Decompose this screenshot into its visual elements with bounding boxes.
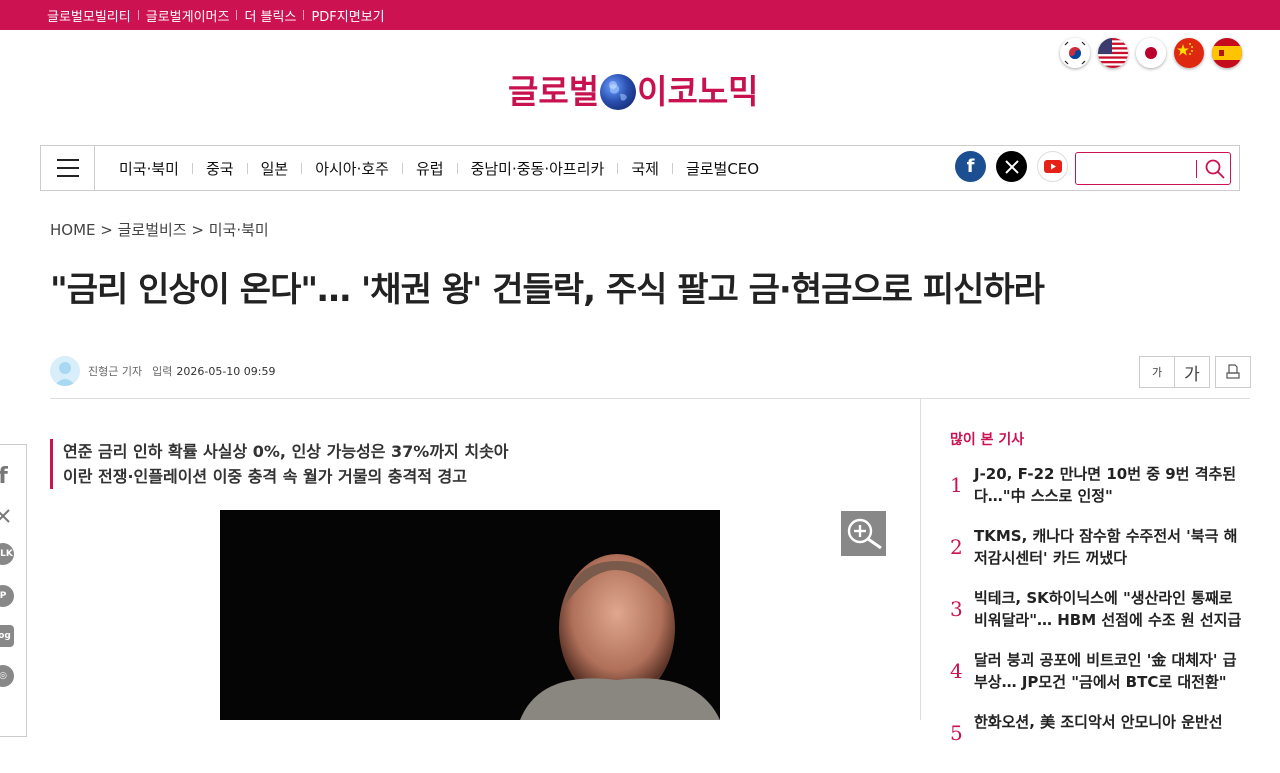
input-label: 입력 — [152, 365, 173, 378]
share-bar: f ALK P log ◎ — [0, 444, 27, 737]
spain-flag[interactable] — [1212, 38, 1242, 68]
avatar — [50, 356, 80, 386]
divider — [456, 162, 458, 174]
zoom-in-icon — [847, 518, 882, 549]
article-link[interactable]: TKMS, 캐나다 잠수함 수주전서 '북극 해저감시센터' 카드 꺼냈다 — [974, 525, 1244, 569]
divider — [236, 10, 238, 20]
rank-number: 5 — [950, 721, 963, 745]
zoom-in-button[interactable] — [841, 511, 886, 556]
nav-item-us[interactable]: 미국·북미 — [119, 158, 179, 179]
summary-line: 연준 금리 인하 확률 사실상 0%, 인상 가능성은 37%까지 치솟아 — [63, 442, 509, 461]
list-item[interactable]: 1 J-20, F-22 만나면 10번 중 9번 격추된다…"中 스스로 인정… — [950, 463, 1250, 507]
x-icon[interactable] — [0, 505, 14, 527]
divider — [50, 398, 1250, 399]
nav-item-international[interactable]: 국제 — [631, 158, 659, 179]
rank-number: 1 — [950, 473, 963, 497]
language-selector — [1060, 38, 1242, 68]
article-link[interactable]: 달러 붕괴 공포에 비트코인 '金 대체자' 급부상… JP모건 "금에서 BT… — [974, 649, 1244, 693]
font-decrease-button[interactable]: 가 — [1139, 356, 1175, 388]
topbar-link-pdf[interactable]: PDF지면보기 — [311, 6, 384, 25]
facebook-icon[interactable]: f — [955, 151, 986, 182]
list-item[interactable]: 3 빅테크, SK하이닉스에 "생산라인 통째로 비워달라"… HBM 선점에 … — [950, 587, 1250, 631]
search-input[interactable] — [1076, 153, 1194, 184]
divider — [401, 162, 403, 174]
kakaotalk-icon[interactable]: ALK — [0, 543, 14, 565]
topbar-link-gamers[interactable]: 글로벌게이머즈 — [146, 6, 230, 25]
main-nav: 미국·북미 중국 일본 아시아·호주 유럽 중남미·중동·아프리카 국제 글로벌… — [40, 145, 1240, 191]
byline: 진형근 기자 입력 2026-05-10 09:59 — [50, 356, 275, 386]
divider — [1196, 160, 1197, 178]
rank-number: 2 — [950, 535, 963, 559]
social-links: f — [955, 151, 1068, 182]
logo-text-left: 글로벌 — [508, 72, 600, 111]
nav-item-asia[interactable]: 아시아·호주 — [315, 158, 389, 179]
nav-item-china[interactable]: 중국 — [206, 158, 234, 179]
japan-flag[interactable] — [1136, 38, 1166, 68]
article-summary: 연준 금리 인하 확률 사실상 0%, 인상 가능성은 37%까지 치솟아 이란… — [50, 439, 509, 489]
band-icon[interactable]: ◎ — [0, 665, 14, 687]
x-icon[interactable] — [996, 151, 1027, 182]
rank-number: 4 — [950, 659, 963, 683]
korea-flag[interactable] — [1060, 38, 1090, 68]
divider — [246, 162, 248, 174]
breadcrumb[interactable]: HOME > 글로벌비즈 > 미국·북미 — [50, 219, 269, 240]
print-icon — [1226, 364, 1240, 379]
menu-icon[interactable] — [41, 146, 95, 190]
search-box — [1075, 152, 1231, 185]
article-link[interactable]: 빅테크, SK하이닉스에 "생산라인 통째로 비워달라"… HBM 선점에 수조… — [974, 587, 1244, 631]
usa-flag[interactable] — [1098, 38, 1128, 68]
top-bar: 글로벌모빌리티 글로벌게이머즈 더 블릭스 PDF지면보기 — [0, 0, 1280, 30]
summary-line: 이란 전쟁·인플레이션 이중 충격 속 월가 거물의 충격적 경고 — [63, 467, 467, 486]
popular-articles: 많이 본 기사 1 J-20, F-22 만나면 10번 중 9번 격추된다…"… — [950, 429, 1250, 773]
logo-text-right: 이코노믹 — [637, 72, 759, 111]
print-button[interactable] — [1215, 356, 1251, 388]
list-item[interactable]: 2 TKMS, 캐나다 잠수함 수주전서 '북극 해저감시센터' 카드 꺼냈다 — [950, 525, 1250, 569]
nav-item-latam-mideast-africa[interactable]: 중남미·중동·아프리카 — [471, 158, 605, 179]
rank-number: 3 — [950, 597, 963, 621]
list-item[interactable]: 5 한화오션, 美 조디악서 안모니아 운반선 — [950, 711, 1250, 755]
china-flag[interactable] — [1174, 38, 1204, 68]
pinterest-icon[interactable]: P — [0, 585, 14, 607]
facebook-icon[interactable]: f — [0, 464, 14, 489]
divider — [671, 162, 673, 174]
topbar-link-mobility[interactable]: 글로벌모빌리티 — [47, 6, 131, 25]
popular-title: 많이 본 기사 — [950, 432, 1025, 448]
divider — [303, 10, 305, 20]
article-photo — [220, 510, 720, 720]
article-date: 2026-05-10 09:59 — [176, 364, 276, 378]
youtube-icon[interactable] — [1037, 151, 1068, 182]
article-headline: "금리 인상이 온다"… '채권 왕' 건들락, 주식 팔고 금·현금으로 피신… — [50, 270, 1045, 310]
nav-item-europe[interactable]: 유럽 — [416, 158, 444, 179]
article-tools: 가 가 — [1139, 356, 1251, 388]
nav-item-japan[interactable]: 일본 — [261, 158, 289, 179]
divider — [191, 162, 193, 174]
font-increase-button[interactable]: 가 — [1175, 356, 1210, 388]
category-menu: 미국·북미 중국 일본 아시아·호주 유럽 중남미·중동·아프리카 국제 글로벌… — [95, 158, 759, 179]
divider — [617, 162, 619, 174]
topbar-link-blix[interactable]: 더 블릭스 — [244, 6, 296, 25]
site-logo[interactable]: 글로벌 이코노믹 — [508, 72, 759, 112]
blog-icon[interactable]: log — [0, 625, 14, 647]
divider — [137, 10, 139, 20]
search-icon[interactable] — [1204, 158, 1226, 180]
list-item[interactable]: 4 달러 붕괴 공포에 비트코인 '金 대체자' 급부상… JP모건 "금에서 … — [950, 649, 1250, 693]
article-link[interactable]: 한화오션, 美 조디악서 안모니아 운반선 — [974, 711, 1244, 755]
nav-item-global-ceo[interactable]: 글로벌CEO — [686, 158, 759, 179]
divider — [920, 399, 921, 720]
reporter-name[interactable]: 진형근 기자 — [88, 363, 142, 379]
globe-icon — [600, 74, 637, 110]
article-link[interactable]: J-20, F-22 만나면 10번 중 9번 격추된다…"中 스스로 인정" — [974, 463, 1244, 507]
divider — [301, 162, 303, 174]
